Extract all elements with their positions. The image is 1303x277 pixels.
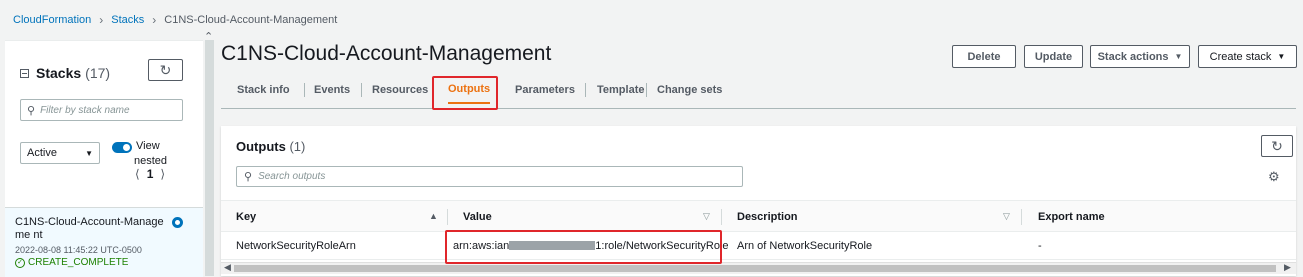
status-filter-value: Active bbox=[27, 147, 57, 159]
search-icon: ⚲ bbox=[27, 104, 36, 117]
sort-icon[interactable]: ▽ bbox=[703, 211, 710, 222]
filter-stacks-input[interactable]: ⚲ Filter by stack name bbox=[20, 99, 183, 121]
stack-name[interactable]: C1NS-Cloud-Account-Manageme nt bbox=[15, 216, 165, 242]
stack-actions-button[interactable]: Stack actions ▼ bbox=[1090, 45, 1190, 68]
filter-placeholder: Filter by stack name bbox=[40, 104, 130, 116]
breadcrumb-stacks[interactable]: Stacks bbox=[111, 14, 144, 26]
table-row: NetworkSecurityRoleArn arn:aws:ian 1:role… bbox=[221, 232, 1296, 260]
outputs-table-header: Key ▲ Value ▽ Description ▽ Export name bbox=[221, 200, 1296, 232]
value-highlight bbox=[445, 230, 722, 264]
pagination: ⟨ 1 ⟩ bbox=[135, 167, 165, 181]
collapse-icon[interactable] bbox=[20, 68, 29, 78]
tab-change-sets[interactable]: Change sets bbox=[657, 76, 722, 104]
stacks-count: (17) bbox=[85, 65, 111, 81]
tab-divider bbox=[361, 83, 362, 97]
sort-icon[interactable]: ▽ bbox=[1003, 211, 1010, 222]
prev-page-icon[interactable]: ⟨ bbox=[135, 167, 140, 181]
search-icon: ⚲ bbox=[244, 171, 253, 183]
column-header-key[interactable]: Key bbox=[236, 211, 256, 223]
output-description: Arn of NetworkSecurityRole bbox=[737, 240, 873, 252]
scroll-left-icon[interactable]: ◀ bbox=[224, 262, 231, 273]
breadcrumb: CloudFormation › Stacks › C1NS-Cloud-Acc… bbox=[13, 13, 337, 27]
refresh-icon: ↻ bbox=[1271, 137, 1283, 154]
delete-button[interactable]: Delete bbox=[952, 45, 1016, 68]
refresh-stacks-button[interactable]: ↻ bbox=[148, 59, 183, 81]
stack-created-date: 2022-08-08 11:45:22 UTC-0500 bbox=[15, 245, 142, 255]
outputs-tab-highlight bbox=[432, 76, 498, 110]
panel-splitter[interactable] bbox=[205, 40, 214, 276]
scroll-right-icon[interactable]: ▶ bbox=[1284, 262, 1291, 273]
create-stack-label: Create stack bbox=[1209, 50, 1272, 63]
search-outputs-input[interactable]: ⚲ Search outputs bbox=[236, 166, 743, 187]
tab-template[interactable]: Template bbox=[597, 76, 644, 104]
column-divider[interactable] bbox=[721, 209, 722, 225]
view-label: View bbox=[136, 140, 160, 152]
output-key: NetworkSecurityRoleArn bbox=[236, 240, 356, 252]
search-outputs-placeholder: Search outputs bbox=[258, 171, 326, 182]
chevron-right-icon: › bbox=[99, 13, 104, 27]
outputs-panel: Outputs (1) ↻ ⚲ Search outputs ⚙ Key ▲ V… bbox=[221, 126, 1296, 276]
status-filter-select[interactable]: Active ▼ bbox=[20, 142, 100, 164]
stack-list-item[interactable]: C1NS-Cloud-Account-Manageme nt 2022-08-0… bbox=[5, 207, 203, 277]
column-divider[interactable] bbox=[447, 209, 448, 225]
outputs-header: Outputs (1) bbox=[236, 139, 305, 154]
nested-label: nested bbox=[134, 155, 168, 167]
tab-parameters[interactable]: Parameters bbox=[515, 76, 575, 104]
column-header-description[interactable]: Description bbox=[737, 211, 798, 223]
gear-icon[interactable]: ⚙ bbox=[1268, 169, 1280, 185]
horizontal-scrollbar[interactable]: ◀ ▶ bbox=[221, 262, 1296, 274]
tab-stack-info[interactable]: Stack info bbox=[237, 76, 290, 104]
view-nested-toggle[interactable] bbox=[112, 142, 132, 153]
column-header-export-name[interactable]: Export name bbox=[1038, 211, 1105, 223]
create-stack-button[interactable]: Create stack ▼ bbox=[1198, 45, 1297, 68]
column-header-value[interactable]: Value bbox=[463, 211, 492, 223]
output-export-name: - bbox=[1038, 240, 1042, 252]
breadcrumb-cloudformation[interactable]: CloudFormation bbox=[13, 14, 91, 26]
stacks-panel: Stacks (17) ↻ ⚲ Filter by stack name Act… bbox=[5, 40, 203, 277]
check-circle-icon: ✓ bbox=[15, 257, 25, 268]
stack-radio[interactable] bbox=[172, 217, 183, 228]
column-divider[interactable] bbox=[1021, 209, 1022, 225]
tab-events[interactable]: Events bbox=[314, 76, 350, 104]
tab-divider bbox=[585, 83, 586, 97]
refresh-icon: ↻ bbox=[159, 61, 172, 78]
scroll-thumb[interactable] bbox=[234, 265, 1276, 272]
outputs-title: Outputs bbox=[236, 139, 286, 154]
caret-down-icon: ▼ bbox=[85, 148, 93, 158]
stacks-title: Stacks bbox=[36, 65, 82, 81]
caret-down-icon: ▼ bbox=[1277, 52, 1286, 61]
caret-down-icon: ▼ bbox=[1174, 52, 1183, 61]
tab-resources[interactable]: Resources bbox=[372, 76, 428, 104]
tab-divider bbox=[304, 83, 305, 97]
refresh-outputs-button[interactable]: ↻ bbox=[1261, 135, 1293, 157]
page-title: C1NS-Cloud-Account-Management bbox=[221, 42, 552, 65]
current-page[interactable]: 1 bbox=[147, 167, 154, 181]
stack-actions-label: Stack actions bbox=[1097, 50, 1169, 63]
stack-status-text: CREATE_COMPLETE bbox=[28, 257, 129, 268]
stack-status: ✓ CREATE_COMPLETE bbox=[15, 257, 128, 268]
stack-tabs: Stack info Events Resources Outputs Para… bbox=[221, 76, 1296, 109]
next-page-icon[interactable]: ⟩ bbox=[160, 167, 165, 181]
tab-divider bbox=[646, 83, 647, 97]
update-button[interactable]: Update bbox=[1024, 45, 1083, 68]
sort-ascending-icon[interactable]: ▲ bbox=[429, 211, 438, 221]
stacks-panel-header: Stacks (17) bbox=[20, 65, 110, 81]
breadcrumb-current: C1NS-Cloud-Account-Management bbox=[164, 14, 338, 26]
chevron-right-icon: › bbox=[152, 13, 157, 27]
outputs-count: (1) bbox=[289, 139, 306, 154]
